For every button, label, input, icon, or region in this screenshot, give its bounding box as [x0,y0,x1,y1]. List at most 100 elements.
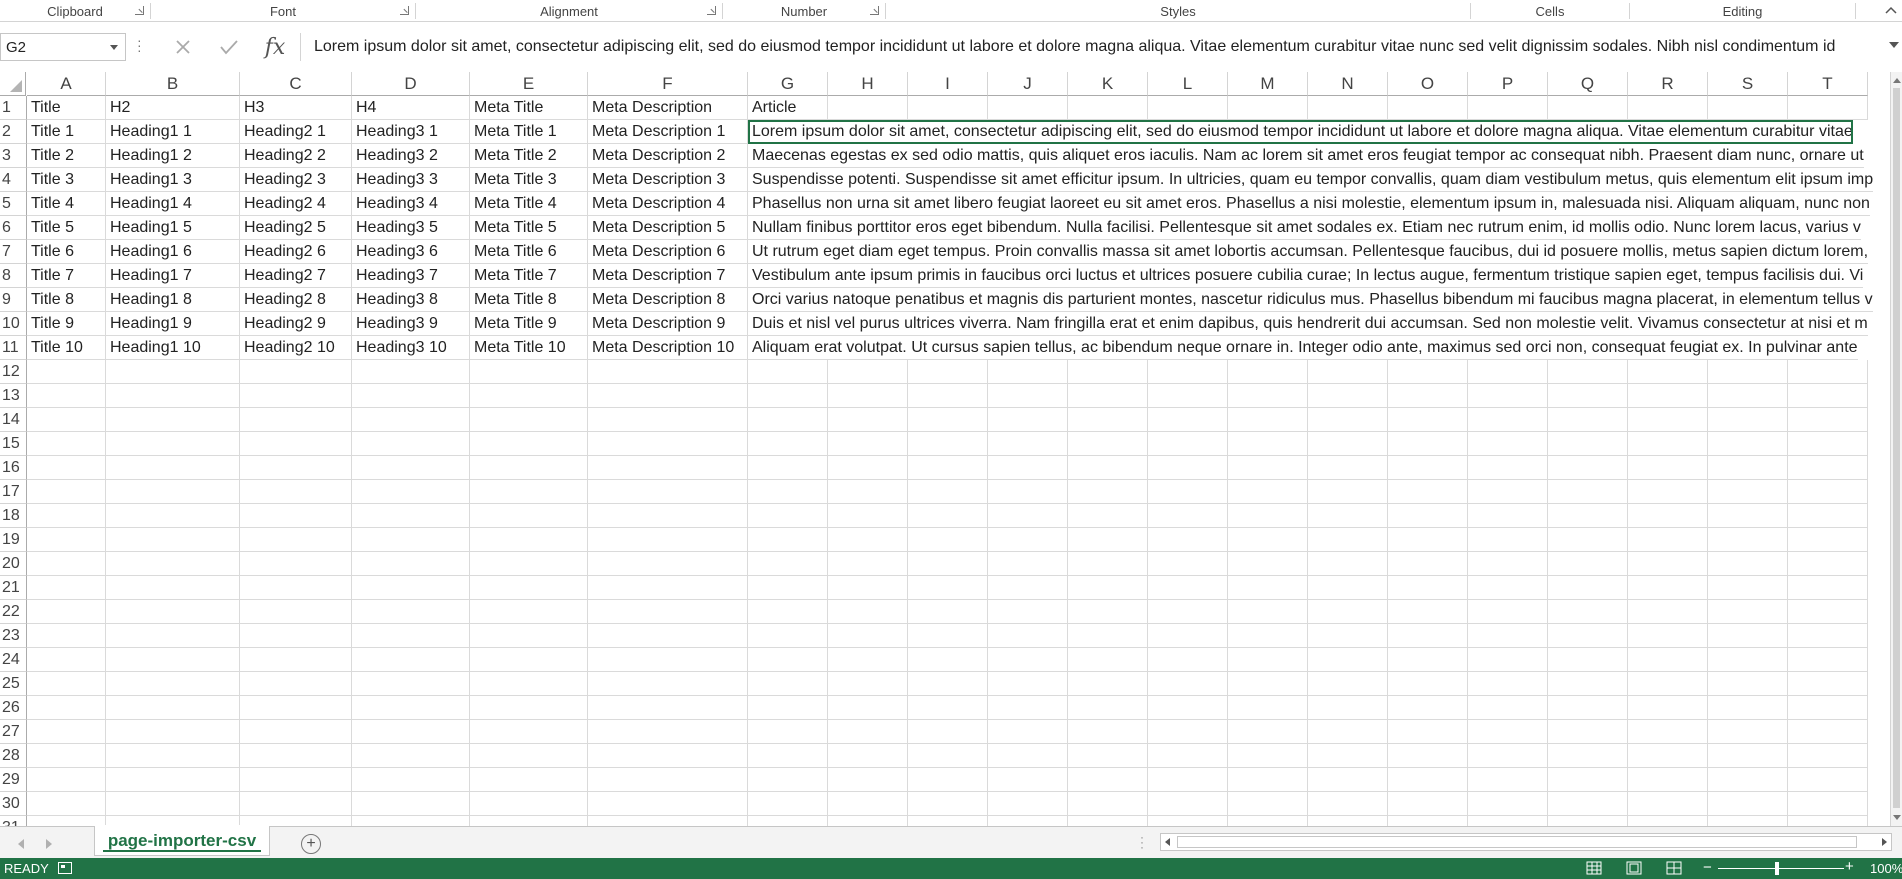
cell-c26[interactable] [240,696,352,720]
row-header-6[interactable]: 6 [0,216,27,240]
cell-a15[interactable] [27,432,106,456]
cell-k18[interactable] [1068,504,1148,528]
cell-d6[interactable]: Heading3 5 [352,216,470,240]
cell-m1[interactable] [1228,96,1308,120]
cell-s31[interactable] [1708,816,1788,826]
cell-f22[interactable] [588,600,748,624]
cell-s16[interactable] [1708,456,1788,480]
cell-i25[interactable] [908,672,988,696]
cell-r21[interactable] [1628,576,1708,600]
row-header-10[interactable]: 10 [0,312,27,336]
cell-o1[interactable] [1388,96,1468,120]
cell-o16[interactable] [1388,456,1468,480]
cell-p24[interactable] [1468,648,1548,672]
cell-b7[interactable]: Heading1 6 [106,240,240,264]
cell-l12[interactable] [1148,360,1228,384]
cell-s23[interactable] [1708,624,1788,648]
cell-o17[interactable] [1388,480,1468,504]
cell-g17[interactable] [748,480,828,504]
cell-t12[interactable] [1788,360,1868,384]
cell-p12[interactable] [1468,360,1548,384]
cell-t25[interactable] [1788,672,1868,696]
cell-f28[interactable] [588,744,748,768]
scroll-right-icon[interactable] [1882,838,1887,846]
cell-f11[interactable]: Meta Description 10 [588,336,748,360]
cell-n20[interactable] [1308,552,1388,576]
cell-g21[interactable] [748,576,828,600]
cell-g9[interactable]: Orci varius natoque penatibus et magnis … [748,288,1873,312]
cell-b21[interactable] [106,576,240,600]
cell-n26[interactable] [1308,696,1388,720]
cell-d27[interactable] [352,720,470,744]
cell-f6[interactable]: Meta Description 5 [588,216,748,240]
row-header-24[interactable]: 24 [0,648,27,672]
cell-d16[interactable] [352,456,470,480]
cell-p13[interactable] [1468,384,1548,408]
cell-g1[interactable]: Article [748,96,828,120]
cell-o31[interactable] [1388,816,1468,826]
cell-k26[interactable] [1068,696,1148,720]
cell-c16[interactable] [240,456,352,480]
cell-e10[interactable]: Meta Title 9 [470,312,588,336]
cell-l25[interactable] [1148,672,1228,696]
cell-k13[interactable] [1068,384,1148,408]
cell-h13[interactable] [828,384,908,408]
cell-t14[interactable] [1788,408,1868,432]
column-header-s[interactable]: S [1708,72,1788,96]
cell-l14[interactable] [1148,408,1228,432]
cell-c6[interactable]: Heading2 5 [240,216,352,240]
row-header-9[interactable]: 9 [0,288,27,312]
cell-j31[interactable] [988,816,1068,826]
cell-k16[interactable] [1068,456,1148,480]
row-header-23[interactable]: 23 [0,624,27,648]
cell-t31[interactable] [1788,816,1868,826]
cell-e18[interactable] [470,504,588,528]
cell-a8[interactable]: Title 7 [27,264,106,288]
cell-t28[interactable] [1788,744,1868,768]
cell-i26[interactable] [908,696,988,720]
cell-c1[interactable]: H3 [240,96,352,120]
cell-p30[interactable] [1468,792,1548,816]
cell-n13[interactable] [1308,384,1388,408]
cell-r22[interactable] [1628,600,1708,624]
cell-s13[interactable] [1708,384,1788,408]
cell-a6[interactable]: Title 5 [27,216,106,240]
cell-b19[interactable] [106,528,240,552]
cell-o18[interactable] [1388,504,1468,528]
cell-b20[interactable] [106,552,240,576]
cell-r29[interactable] [1628,768,1708,792]
column-header-j[interactable]: J [988,72,1068,96]
cell-d3[interactable]: Heading3 2 [352,144,470,168]
scrollbar-thumb[interactable] [1893,88,1900,808]
cell-m16[interactable] [1228,456,1308,480]
cell-s12[interactable] [1708,360,1788,384]
cell-d5[interactable]: Heading3 4 [352,192,470,216]
cell-h19[interactable] [828,528,908,552]
cell-e3[interactable]: Meta Title 2 [470,144,588,168]
cell-l30[interactable] [1148,792,1228,816]
cell-o27[interactable] [1388,720,1468,744]
cell-q19[interactable] [1548,528,1628,552]
cell-p19[interactable] [1468,528,1548,552]
cell-a13[interactable] [27,384,106,408]
cell-q23[interactable] [1548,624,1628,648]
cell-a20[interactable] [27,552,106,576]
dialog-launcher-icon[interactable] [870,6,879,15]
row-header-31[interactable]: 31 [0,816,27,826]
cell-q1[interactable] [1548,96,1628,120]
enter-button[interactable] [206,33,252,61]
cell-k22[interactable] [1068,600,1148,624]
cell-n16[interactable] [1308,456,1388,480]
cell-g8[interactable]: Vestibulum ante ipsum primis in faucibus… [748,264,1864,288]
cell-j17[interactable] [988,480,1068,504]
cell-d9[interactable]: Heading3 8 [352,288,470,312]
cell-t15[interactable] [1788,432,1868,456]
cell-p26[interactable] [1468,696,1548,720]
cell-a23[interactable] [27,624,106,648]
cell-j26[interactable] [988,696,1068,720]
cell-p1[interactable] [1468,96,1548,120]
cell-h22[interactable] [828,600,908,624]
cell-m14[interactable] [1228,408,1308,432]
column-header-k[interactable]: K [1068,72,1148,96]
cell-d19[interactable] [352,528,470,552]
